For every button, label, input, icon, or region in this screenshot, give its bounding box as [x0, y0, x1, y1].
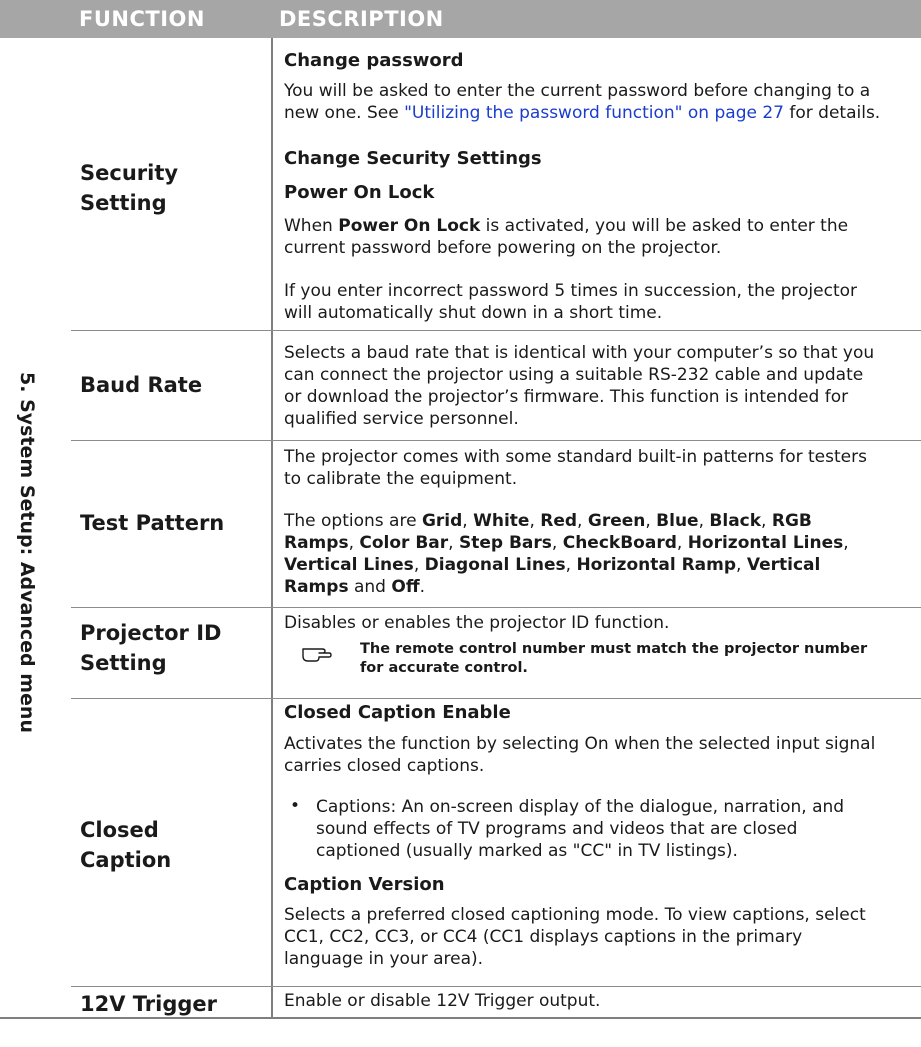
12v-trigger-text: Enable or disable 12V Trigger output. [284, 991, 601, 1011]
option-step-bars: Step Bars [458, 533, 552, 553]
option-rgb: RGB [771, 511, 812, 531]
text-line: Ramps, Color Bar, Step Bars, CheckBoard,… [284, 533, 849, 553]
caption-version-text: Selects a preferred closed captioning mo… [284, 904, 914, 970]
text-line: carries closed captions. [284, 756, 485, 776]
row-divider [71, 330, 921, 331]
function-name-projector-id-setting: Projector ID Setting [80, 618, 221, 678]
option-vertical-ramps: Ramps [284, 577, 349, 597]
function-name-baud-rate: Baud Rate [80, 373, 203, 397]
option-off: Off [391, 577, 420, 597]
option-rgb-ramps: Ramps [284, 533, 349, 553]
text-line: Captions: An on-screen display of the di… [316, 797, 845, 817]
text-line: Activates the function by selecting On w… [284, 734, 876, 754]
function-name-line: Closed [80, 818, 159, 842]
option-color-bar: Color Bar [359, 533, 449, 553]
password-function-link[interactable]: "Utilizing the password function" on pag… [404, 103, 784, 123]
text-line: Selects a baud rate that is identical wi… [284, 343, 875, 363]
text-line: will automatically shut down in a short … [284, 303, 663, 323]
power-on-lock-heading: Power On Lock [284, 182, 435, 203]
row-divider [71, 607, 921, 608]
function-name-line: Setting [80, 651, 167, 675]
change-password-heading: Change password [284, 50, 464, 71]
text-line: The projector comes with some standard b… [284, 447, 867, 467]
baud-rate-text: Selects a baud rate that is identical wi… [284, 342, 914, 430]
text-line: If you enter incorrect password 5 times … [284, 281, 858, 301]
option-vertical-lines: Vertical Lines [284, 555, 414, 575]
option-diagonal-lines: Diagonal Lines [424, 555, 566, 575]
description-column-header: DESCRIPTION [279, 7, 444, 31]
projector-id-note: The remote control number must match the… [360, 640, 915, 678]
projector-id-text: Disables or enables the projector ID fun… [284, 613, 670, 633]
row-divider [71, 698, 921, 699]
text-span-bold: Power On Lock [338, 216, 481, 236]
option-blue: Blue [656, 511, 699, 531]
text-line: The remote control number must match the… [360, 641, 868, 657]
change-security-settings-heading: Change Security Settings [284, 148, 542, 169]
text-line: qualified service personnel. [284, 409, 519, 429]
power-on-lock-text: When Power On Lock is activated, you wil… [284, 215, 914, 259]
text-line: current password before powering on the … [284, 238, 722, 258]
chapter-title: System Setup: Advanced menu [16, 399, 38, 733]
function-column-header: FUNCTION [79, 7, 205, 31]
table-header: FUNCTION DESCRIPTION [0, 0, 921, 38]
text-line: You will be asked to enter the current p… [284, 81, 871, 101]
caption-version-heading: Caption Version [284, 874, 445, 895]
option-vertical: Vertical [746, 555, 821, 575]
row-divider [71, 440, 921, 441]
text-span: new one. See [284, 103, 405, 123]
column-divider [271, 38, 273, 1018]
text-span: and [348, 577, 392, 597]
text-line: can connect the projector using a suitab… [284, 365, 864, 385]
function-name-security-setting: Security Setting [80, 158, 178, 218]
text-line: or download the projector’s firmware. Th… [284, 387, 849, 407]
option-checkboard: CheckBoard [562, 533, 677, 553]
text-line: new one. See "Utilizing the password fun… [284, 102, 914, 124]
text-span: is activated, you will be asked to enter… [480, 216, 849, 236]
incorrect-password-text: If you enter incorrect password 5 times … [284, 280, 914, 324]
function-name-line: Setting [80, 191, 167, 215]
text-span: When [284, 216, 339, 236]
captions-bullet-text: Captions: An on-screen display of the di… [316, 796, 914, 862]
text-line: captioned (usually marked as "CC" in TV … [316, 841, 738, 861]
option-red: Red [540, 511, 578, 531]
option-grid: Grid [421, 511, 463, 531]
closed-caption-enable-text: Activates the function by selecting On w… [284, 733, 914, 777]
text-line: Ramps and Off. [284, 577, 426, 597]
text-line: to calibrate the equipment. [284, 469, 518, 489]
option-black: Black [709, 511, 762, 531]
text-line: sound effects of TV programs and videos … [316, 819, 798, 839]
test-pattern-options: The options are Grid, White, Red, Green,… [284, 510, 914, 598]
function-name-closed-caption: Closed Caption [80, 815, 171, 875]
option-horizontal-lines: Horizontal Lines [687, 533, 844, 553]
text-span: for details. [783, 103, 881, 123]
pointing-hand-icon [302, 648, 332, 662]
text-line: Vertical Lines, Diagonal Lines, Horizont… [284, 555, 821, 575]
text-line: CC1, CC2, CC3, or CC4 (CC1 displays capt… [284, 927, 803, 947]
text-line: for accurate control. [360, 660, 528, 676]
function-name-12v-trigger: 12V Trigger [80, 992, 218, 1016]
text-line: When Power On Lock is activated, you wil… [284, 215, 914, 237]
row-divider [71, 986, 921, 987]
bullet-marker: • [290, 796, 301, 816]
change-password-text: You will be asked to enter the current p… [284, 80, 914, 124]
text-line: The options are Grid, White, Red, Green,… [284, 511, 812, 531]
option-green: Green [587, 511, 646, 531]
closed-caption-enable-heading: Closed Caption Enable [284, 702, 511, 723]
function-name-line: Security [80, 161, 179, 185]
chapter-number: 5. [16, 372, 38, 393]
chapter-side-label: 5. System Setup: Advanced menu [16, 372, 38, 733]
function-name-test-pattern: Test Pattern [80, 511, 225, 535]
function-name-line: Projector ID [80, 621, 222, 645]
option-white: White [473, 511, 530, 531]
text-line: language in your area). [284, 949, 484, 969]
test-pattern-text: The projector comes with some standard b… [284, 446, 914, 490]
option-horizontal-ramp: Horizontal Ramp [576, 555, 737, 575]
text-line: Selects a preferred closed captioning mo… [284, 905, 866, 925]
function-name-line: Caption [80, 848, 172, 872]
text-span: The options are [284, 511, 422, 531]
